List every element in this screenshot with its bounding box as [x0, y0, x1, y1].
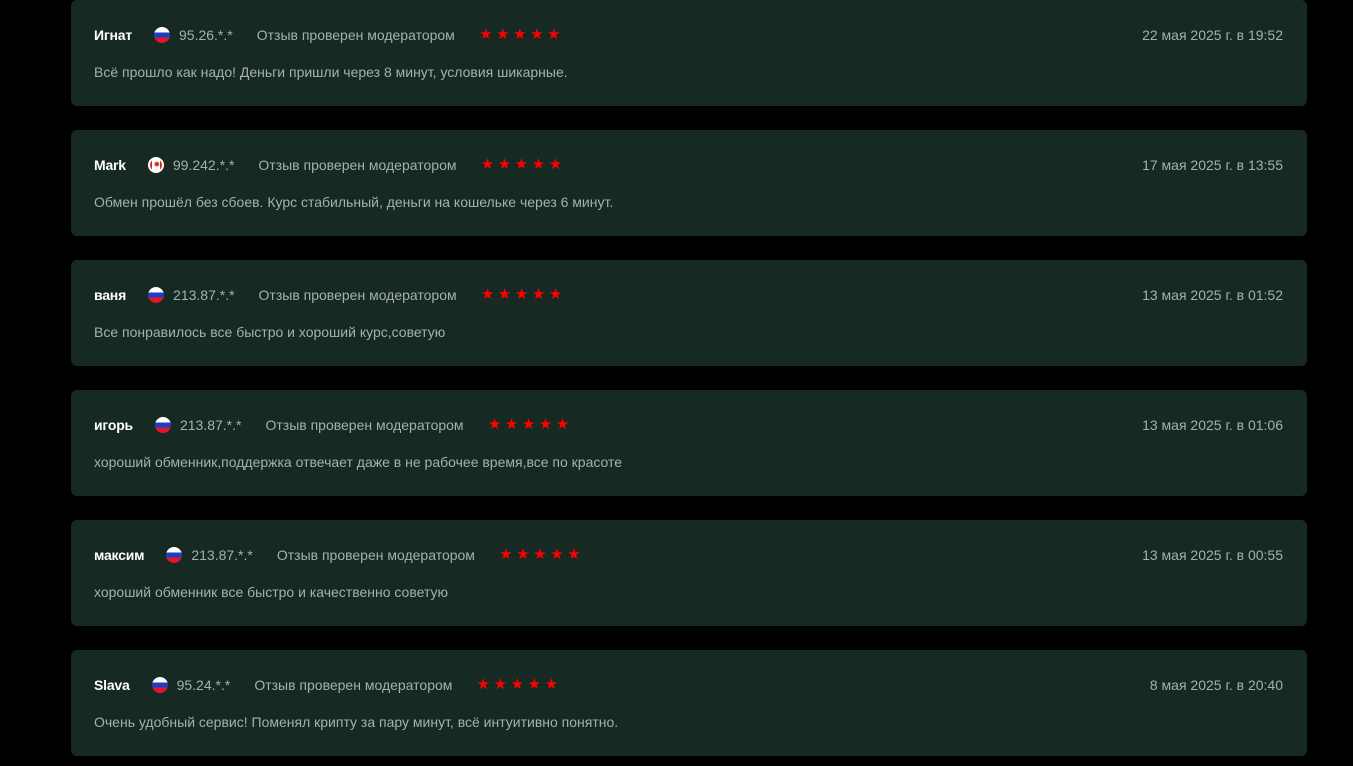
star-icon: ★	[476, 676, 491, 693]
reviewer-ip: 213.87.*.*	[173, 287, 235, 303]
review-text: хороший обменник,поддержка отвечает даже…	[94, 454, 623, 470]
review-header: игорь 213.87.*.* Отзыв проверен модерато…	[94, 416, 1283, 434]
reviewer-name: максим	[94, 547, 145, 563]
review-text: Обмен прошёл без сбоев. Курс стабильный,…	[94, 194, 614, 210]
review-header: ваня 213.87.*.* Отзыв проверен модератор…	[94, 286, 1283, 304]
review-header: Игнат 95.26.*.* Отзыв проверен модератор…	[94, 26, 1283, 44]
star-icon: ★	[487, 416, 502, 433]
reviewer-name: Slava	[94, 677, 130, 693]
review-card: максим 213.87.*.* Отзыв проверен модерат…	[71, 520, 1307, 626]
star-icon: ★	[479, 26, 493, 43]
star-icon: ★	[513, 26, 527, 43]
star-icon: ★	[514, 156, 529, 173]
review-text: Всё прошло как надо! Деньги пришли через…	[94, 64, 568, 80]
verified-status: Отзыв проверен модератором	[276, 547, 475, 563]
reviewer-ip: 95.24.*.*	[176, 677, 231, 693]
star-icon: ★	[480, 156, 495, 173]
review-card: ваня 213.87.*.* Отзыв проверен модератор…	[71, 260, 1307, 366]
review-text: Очень удобный сервис! Поменял крипту за …	[94, 714, 619, 730]
star-icon: ★	[496, 26, 510, 43]
review-date: 8 мая 2025 г. в 20:40	[1149, 677, 1283, 693]
review-date: 22 мая 2025 г. в 19:52	[1142, 27, 1283, 43]
rating-stars: ★ ★ ★ ★ ★	[480, 156, 563, 173]
star-icon: ★	[521, 416, 536, 433]
review-text: Все понравилось все быстро и хороший кур…	[94, 324, 446, 340]
star-icon: ★	[555, 416, 570, 433]
rating-stars: ★ ★ ★ ★ ★	[480, 286, 563, 303]
review-date: 13 мая 2025 г. в 00:55	[1142, 547, 1283, 563]
star-icon: ★	[548, 156, 563, 173]
star-icon: ★	[493, 676, 508, 693]
review-date: 13 мая 2025 г. в 01:52	[1142, 287, 1283, 303]
review-card: Mark ✹ 99.242.*.* Отзыв проверен модерат…	[71, 130, 1307, 236]
review-date: 17 мая 2025 г. в 13:55	[1142, 157, 1283, 173]
verified-status: Отзыв проверен модератором	[265, 417, 464, 433]
review-text: хороший обменник все быстро и качественн…	[94, 584, 449, 600]
star-icon: ★	[544, 676, 559, 693]
review-header: Slava 95.24.*.* Отзыв проверен модератор…	[94, 676, 1283, 694]
reviewer-name: Mark	[94, 157, 126, 173]
review-header: Mark ✹ 99.242.*.* Отзыв проверен модерат…	[94, 156, 1283, 174]
reviewer-ip: 99.242.*.*	[172, 157, 235, 173]
rating-stars: ★ ★ ★ ★ ★	[487, 416, 570, 433]
rating-stars: ★ ★ ★ ★ ★	[476, 676, 559, 693]
star-icon: ★	[499, 546, 513, 563]
star-icon: ★	[567, 546, 581, 563]
verified-status: Отзыв проверен модератором	[258, 287, 457, 303]
star-icon: ★	[497, 286, 512, 303]
reviewer-name: игорь	[94, 417, 133, 433]
verified-status: Отзыв проверен модератором	[258, 157, 457, 173]
star-icon: ★	[538, 416, 553, 433]
russia-flag-icon	[154, 27, 170, 43]
review-card: Игнат 95.26.*.* Отзыв проверен модератор…	[71, 0, 1307, 106]
rating-stars: ★ ★ ★ ★ ★	[479, 26, 561, 43]
verified-status: Отзыв проверен модератором	[254, 677, 453, 693]
reviewer-ip: 213.87.*.*	[179, 417, 242, 433]
rating-stars: ★ ★ ★ ★ ★	[499, 546, 581, 563]
star-icon: ★	[533, 546, 547, 563]
review-date: 13 мая 2025 г. в 01:06	[1142, 417, 1283, 433]
star-icon: ★	[550, 546, 564, 563]
russia-flag-icon	[148, 287, 165, 303]
review-card: Slava 95.24.*.* Отзыв проверен модератор…	[71, 650, 1307, 756]
verified-status: Отзыв проверен модератором	[256, 27, 455, 43]
star-icon: ★	[530, 26, 544, 43]
reviewer-name: Игнат	[94, 27, 132, 43]
star-icon: ★	[531, 156, 546, 173]
reviewer-ip: 213.87.*.*	[191, 547, 253, 563]
review-header: максим 213.87.*.* Отзыв проверен модерат…	[94, 546, 1283, 564]
star-icon: ★	[480, 286, 495, 303]
review-card: игорь 213.87.*.* Отзыв проверен модерато…	[71, 390, 1307, 496]
russia-flag-icon	[151, 677, 168, 693]
star-icon: ★	[547, 26, 561, 43]
star-icon: ★	[527, 676, 542, 693]
star-icon: ★	[548, 286, 563, 303]
russia-flag-icon	[166, 547, 183, 563]
star-icon: ★	[497, 156, 512, 173]
russia-flag-icon	[154, 417, 171, 433]
star-icon: ★	[516, 546, 530, 563]
reviewer-ip: 95.26.*.*	[179, 27, 233, 43]
star-icon: ★	[510, 676, 525, 693]
reviewer-name: ваня	[94, 287, 127, 303]
star-icon: ★	[531, 286, 546, 303]
star-icon: ★	[504, 416, 519, 433]
star-icon: ★	[514, 286, 529, 303]
canada-flag-icon: ✹	[147, 157, 164, 173]
